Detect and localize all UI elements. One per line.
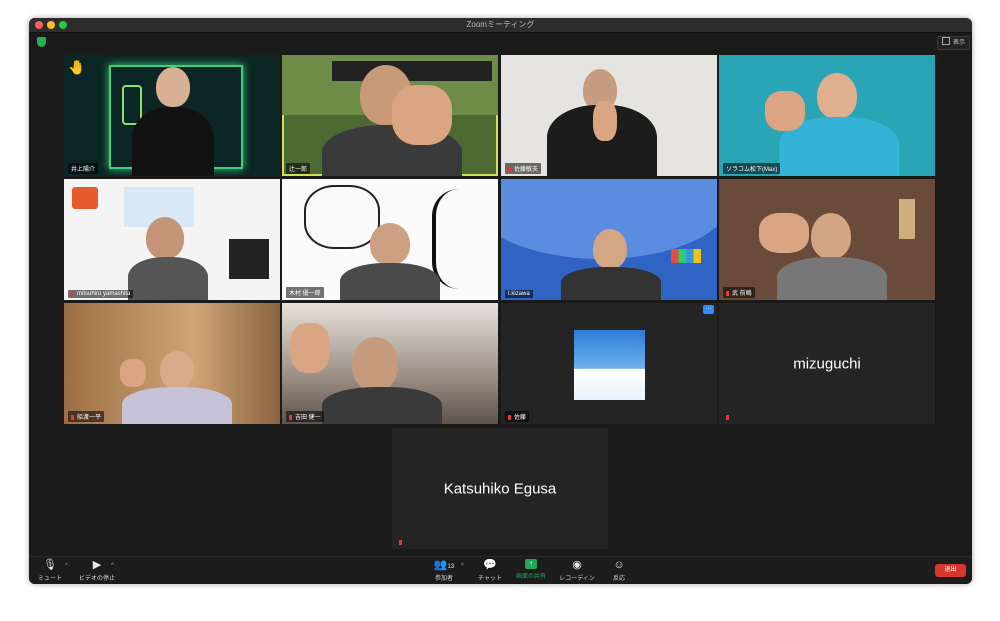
grid-view-icon [942, 37, 950, 45]
lamp-graphic [899, 199, 915, 239]
participant-name: 船渡一平 [68, 411, 105, 422]
view-button-label: 表示 [953, 40, 966, 46]
more-options-icon[interactable]: … [703, 304, 714, 314]
participant-body [128, 257, 208, 300]
window-title: Zoomミーティング [466, 20, 535, 29]
video-tile-10[interactable]: 吉田 健一 [282, 303, 498, 424]
video-tile-8[interactable]: 武 前嶋 [719, 179, 935, 300]
view-button[interactable]: 表示 [937, 36, 971, 50]
mute-label: ミュート [37, 576, 62, 582]
qr-code [229, 239, 269, 279]
record-icon: ◉ [572, 559, 582, 571]
participant-name: 佐藤敏夫 [505, 163, 542, 174]
share-screen-icon: ↑ [525, 559, 537, 569]
chat-button[interactable]: 💬 チャット [475, 559, 505, 582]
participant-face [146, 217, 184, 259]
video-tile-11[interactable]: … 佐藤 [501, 303, 717, 424]
participant-face [160, 351, 194, 389]
raised-hand-icon: 🤚 [68, 59, 86, 75]
stop-video-label: ビデオの停止 [78, 576, 115, 582]
participants-options-caret[interactable]: ^ [461, 563, 464, 569]
reactions-label: 反応 [612, 576, 625, 582]
meeting-toolbar: 🎙 ミュート ^ ▶ ビデオの停止 ^ 👥13 参加者 ^ 💬 チャット ↑ 画… [29, 556, 972, 584]
participant-body [132, 107, 214, 176]
record-label: レコーディング [559, 576, 595, 582]
participant-body [777, 257, 887, 300]
chat-icon: 💬 [483, 559, 497, 571]
title-bar: Zoomミーティング [29, 18, 972, 33]
participant-name-large: mizuguchi [793, 355, 861, 372]
video-tile-6[interactable]: 木村 優一郎 [282, 179, 498, 300]
mute-button[interactable]: 🎙 ミュート [35, 559, 65, 582]
participant-face [811, 213, 851, 259]
participants-button[interactable]: 👥13 参加者 [429, 559, 459, 582]
video-tile-4[interactable]: ソラコム松下(Max) [719, 55, 935, 176]
video-options-caret[interactable]: ^ [111, 563, 114, 569]
hands [120, 359, 146, 387]
participant-name: t.kizawa [505, 290, 533, 298]
participants-count: 13 [447, 564, 455, 570]
record-button[interactable]: ◉ レコーディング [557, 559, 597, 584]
participant-name: mitsuhiro yamashita [68, 290, 134, 298]
participant-body [561, 267, 661, 300]
participant-name: 木村 優一郎 [286, 287, 324, 298]
video-tile-7[interactable]: t.kizawa [501, 179, 717, 300]
chat-label: チャット [478, 576, 502, 582]
participant-name: 吉田 健一 [286, 411, 324, 422]
participant-name: 辻一郎 [286, 163, 311, 174]
logo-graphic [72, 187, 98, 209]
hands [290, 323, 330, 373]
participant-face [370, 223, 410, 265]
participants-label: 参加者 [434, 576, 453, 582]
hands [392, 85, 452, 145]
drawing-graphic [304, 185, 380, 249]
participant-face [817, 73, 857, 119]
video-tile-1[interactable]: 🤚 井上陽介 [64, 55, 280, 176]
participant-name: 井上陽介 [68, 163, 99, 174]
share-screen-label: 画面の共有 [515, 574, 546, 580]
participant-body [340, 263, 440, 300]
zoom-window: Zoomミーティング 表示 🤚 井上陽介 辻一郎 佐藤敏夫 ソラコム松下(Max… [29, 18, 972, 584]
hands [765, 91, 805, 131]
windows-logo [671, 249, 701, 263]
participants-icon: 👥13 [433, 559, 455, 571]
participant-face [352, 337, 398, 391]
microphone-icon: 🎙 [43, 559, 57, 571]
profile-picture [574, 330, 645, 400]
participant-face [593, 229, 627, 269]
shield-icon[interactable] [37, 37, 46, 47]
leave-meeting-button[interactable]: 退出 [935, 564, 966, 577]
reactions-button[interactable]: ☺ 反応 [607, 559, 631, 582]
mute-indicator [396, 539, 408, 547]
participant-face [156, 67, 190, 107]
hands [759, 213, 809, 253]
banner-background [332, 61, 492, 81]
video-tile-12[interactable]: mizuguchi [719, 303, 935, 424]
video-tile-5[interactable]: mitsuhiro yamashita [64, 179, 280, 300]
participant-name-large: Katsuhiko Egusa [443, 480, 557, 497]
participant-name: ソラコム松下(Max) [723, 163, 781, 174]
video-tile-2-active-speaker[interactable]: 辻一郎 [282, 55, 498, 176]
participant-body [122, 387, 232, 424]
participant-name: 武 前嶋 [723, 287, 755, 298]
participant-name: 佐藤 [505, 411, 530, 422]
share-screen-button[interactable]: ↑ 画面の共有 [514, 559, 548, 580]
hands [593, 101, 617, 141]
mute-indicator [723, 414, 735, 422]
reaction-icon: ☺ [613, 559, 625, 571]
audio-options-caret[interactable]: ^ [65, 563, 68, 569]
video-tile-13[interactable]: Katsuhiko Egusa [392, 428, 608, 549]
video-tile-9[interactable]: 船渡一平 [64, 303, 280, 424]
video-tile-3[interactable]: 佐藤敏夫 [501, 55, 717, 176]
brush-stroke-graphic [432, 189, 486, 289]
participant-body [322, 387, 442, 424]
